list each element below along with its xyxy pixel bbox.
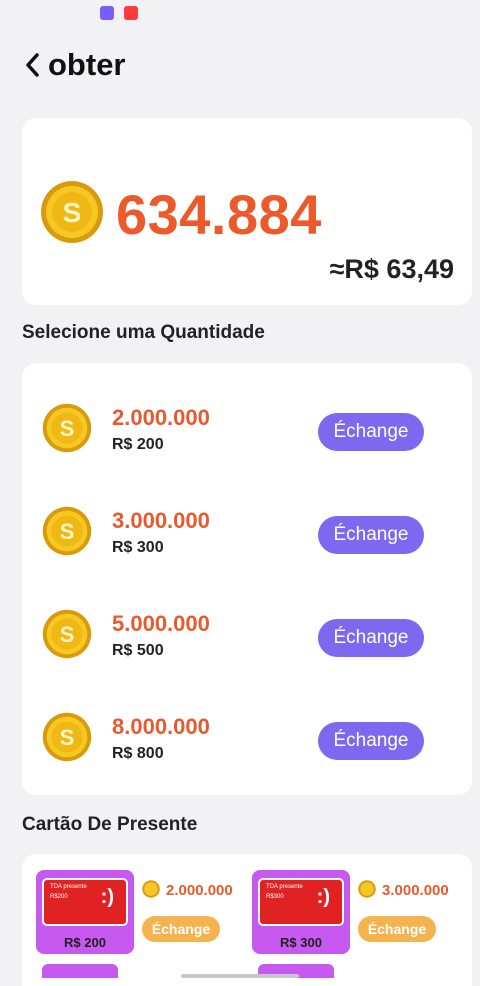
list-item: S 3.000.000 R$ 300 Échange [22, 494, 472, 574]
exchange-button[interactable]: Échange [142, 916, 220, 942]
coin-icon: S [42, 609, 92, 659]
card-amount: R$200 [50, 894, 68, 900]
chevron-left-icon[interactable] [20, 51, 44, 79]
red-card-icon: TDA presente R$300 :) [258, 878, 344, 926]
coin-balance: 634.884 [116, 183, 322, 246]
home-indicator[interactable] [181, 974, 299, 978]
gift-card-label: R$ 200 [64, 935, 106, 950]
cash-value: R$ 200 [112, 436, 164, 453]
balance-card: S 634.884 ≈R$ 63,49 [22, 118, 472, 305]
gift-card-item: TDA presente R$300 :) R$ 300 3.000.000 É… [238, 868, 449, 986]
red-card-icon: TDA presente R$200 :) [42, 878, 128, 926]
app-notification-icon [124, 6, 138, 20]
list-item: S 8.000.000 R$ 800 Échange [22, 700, 472, 780]
coin-icon: S [41, 181, 103, 243]
svg-text:S: S [60, 725, 75, 750]
gift-card-label: R$ 300 [280, 935, 322, 950]
balance-equivalent: ≈R$ 63,49 [329, 254, 454, 284]
gift-card-title: Cartão De Presente [22, 814, 198, 835]
gift-card-image [42, 964, 118, 978]
gift-card-item: TDA presente R$200 :) R$ 200 2.000.000 É… [22, 868, 233, 986]
coin-icon: S [42, 403, 92, 453]
amount-list: S 2.000.000 R$ 200 Échange S 3.000.000 R… [22, 363, 472, 795]
coin-amount: 2.000.000 [112, 405, 210, 430]
gift-card-image[interactable]: TDA presente R$200 :) R$ 200 [36, 870, 134, 954]
cash-value: R$ 300 [112, 539, 164, 556]
page-title: obter [48, 47, 126, 82]
exchange-button[interactable]: Échange [318, 619, 424, 657]
coin-icon [358, 880, 376, 898]
card-amount: R$300 [266, 894, 284, 900]
svg-text:S: S [60, 622, 75, 647]
exchange-button[interactable]: Échange [358, 916, 436, 942]
card-brand-mark: TDA presente [50, 884, 87, 890]
gift-card-image[interactable]: TDA presente R$300 :) R$ 300 [252, 870, 350, 954]
exchange-button[interactable]: Échange [318, 413, 424, 451]
gift-card-price: 3.000.000 [382, 882, 449, 899]
card-brand-mark: TDA presente [266, 884, 303, 890]
svg-text:S: S [60, 416, 75, 441]
status-bar [0, 0, 480, 30]
smile-icon: :) [100, 886, 114, 908]
cash-value: R$ 800 [112, 745, 164, 762]
svg-text:S: S [60, 519, 75, 544]
coin-icon: S [42, 712, 92, 762]
coin-icon: S [42, 506, 92, 556]
exchange-button[interactable]: Échange [318, 516, 424, 554]
header: obter [0, 30, 480, 100]
coin-amount: 3.000.000 [112, 508, 210, 533]
coin-amount: 8.000.000 [112, 714, 210, 739]
exchange-button[interactable]: Échange [318, 722, 424, 760]
gift-card-list: TDA presente R$200 :) R$ 200 2.000.000 É… [22, 854, 472, 986]
cash-value: R$ 500 [112, 642, 164, 659]
svg-text:S: S [63, 197, 82, 228]
list-item: S 2.000.000 R$ 200 Échange [22, 391, 472, 471]
app-notification-icon [100, 6, 114, 20]
coin-amount: 5.000.000 [112, 611, 210, 636]
smile-icon: :) [316, 886, 330, 908]
list-item: S 5.000.000 R$ 500 Échange [22, 597, 472, 677]
coin-icon [142, 880, 160, 898]
select-quantity-title: Selecione uma Quantidade [22, 322, 265, 343]
gift-card-price: 2.000.000 [166, 882, 233, 899]
